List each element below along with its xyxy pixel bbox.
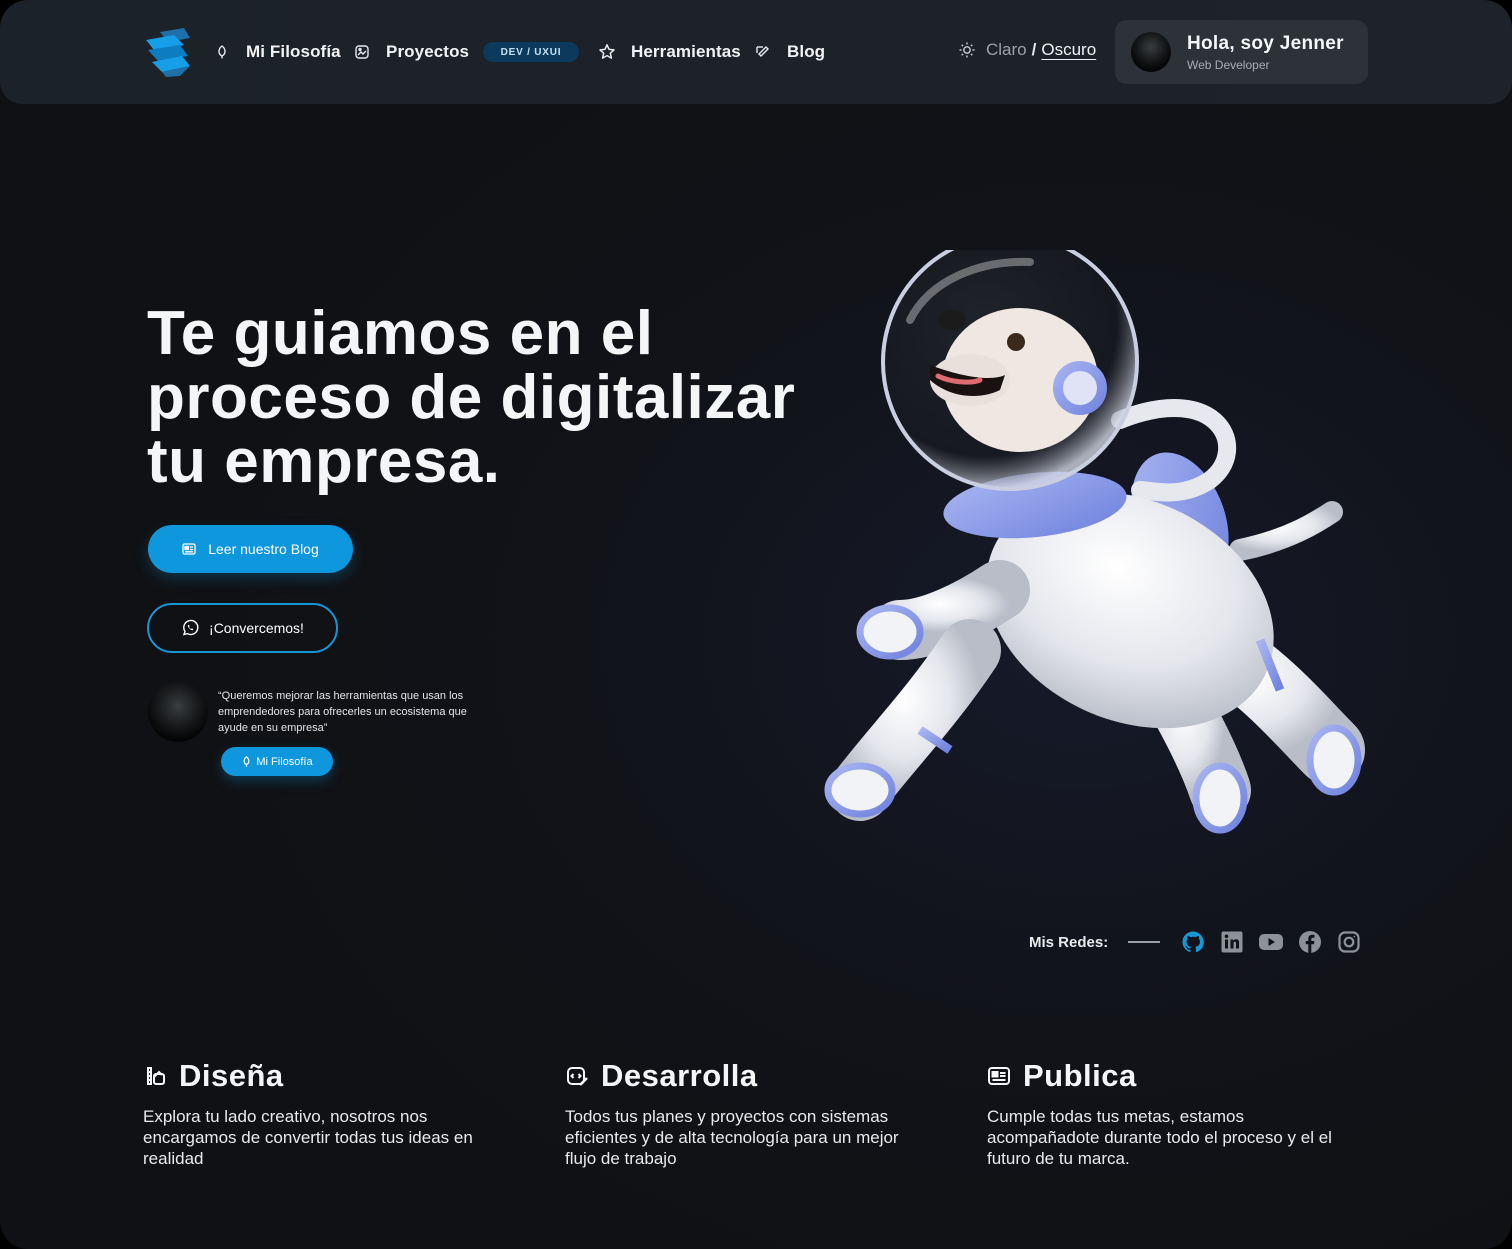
theme-separator: / bbox=[1031, 40, 1037, 59]
leaf-icon bbox=[212, 42, 232, 62]
feature-line: acompañadote durante todo el proceso y e… bbox=[987, 1128, 1332, 1147]
feature-develop: Desarrolla Todos tus planes y proyectos … bbox=[565, 1058, 945, 1169]
social-divider bbox=[1128, 941, 1161, 943]
youtube-icon[interactable] bbox=[1258, 929, 1284, 955]
philosophy-button[interactable]: Mi Filosofía bbox=[221, 747, 333, 776]
lets-talk-button[interactable]: ¡Convercemos! bbox=[147, 603, 338, 653]
nav-item-proyectos[interactable]: Proyectos bbox=[352, 38, 469, 66]
instagram-icon[interactable] bbox=[1336, 929, 1362, 955]
hero-title-line: proceso de digitalizar bbox=[147, 363, 796, 432]
newspaper-icon bbox=[182, 543, 196, 555]
linkedin-icon[interactable] bbox=[1219, 929, 1245, 955]
profile-role: Web Developer bbox=[1187, 58, 1270, 72]
nav-item-blog[interactable]: Blog bbox=[753, 38, 825, 66]
feature-description: Explora tu lado creativo, nosotros nos e… bbox=[143, 1106, 513, 1169]
edit-icon bbox=[753, 42, 773, 62]
feature-line: flujo de trabajo bbox=[565, 1149, 677, 1168]
leaf-icon bbox=[241, 756, 252, 767]
theme-light-option[interactable]: Claro bbox=[986, 40, 1027, 60]
social-label: Mis Redes: bbox=[1029, 933, 1109, 951]
feature-description: Todos tus planes y proyectos con sistema… bbox=[565, 1106, 935, 1169]
quote-line: emprendedores para ofrecerles un ecosist… bbox=[218, 706, 467, 718]
theme-dark-option[interactable]: Oscuro bbox=[1041, 40, 1096, 60]
brand-logo[interactable] bbox=[140, 26, 194, 78]
profile-name: Hola, soy Jenner bbox=[1187, 33, 1344, 54]
author-quote: “Queremos mejorar las herramientas que u… bbox=[218, 688, 488, 736]
quote-line: “Queremos mejorar las herramientas que u… bbox=[218, 690, 464, 702]
facebook-icon[interactable] bbox=[1297, 929, 1323, 955]
feature-line: futuro de tu marca. bbox=[987, 1149, 1130, 1168]
quote-line: ayude en su empresa” bbox=[218, 722, 328, 734]
astronaut-dog-illustration bbox=[820, 233, 1380, 840]
whatsapp-icon bbox=[181, 619, 199, 637]
feature-line: encargamos de convertir todas tus ideas … bbox=[143, 1128, 473, 1147]
feature-design: Diseña Explora tu lado creativo, nosotro… bbox=[143, 1058, 523, 1169]
nav-label: Herramientas bbox=[631, 42, 741, 61]
hero-title-line: tu empresa. bbox=[147, 427, 501, 496]
feature-description: Cumple todas tus metas, estamos acompaña… bbox=[987, 1106, 1357, 1169]
nav-label: Blog bbox=[787, 42, 826, 61]
author-avatar bbox=[148, 682, 208, 742]
read-blog-label: Leer nuestro Blog bbox=[208, 541, 319, 557]
feature-line: realidad bbox=[143, 1149, 204, 1168]
feature-title: Diseña bbox=[179, 1058, 284, 1093]
feature-line: Cumple todas tus metas, estamos bbox=[987, 1107, 1245, 1126]
projects-badge: DEV / UXUI bbox=[483, 42, 579, 62]
github-icon[interactable] bbox=[1180, 929, 1206, 955]
sun-icon bbox=[958, 41, 976, 59]
read-blog-button[interactable]: Leer nuestro Blog bbox=[148, 525, 353, 573]
newspaper-icon bbox=[987, 1065, 1011, 1087]
design-icon bbox=[143, 1064, 167, 1088]
nav-label: Proyectos bbox=[386, 42, 470, 61]
feature-title: Publica bbox=[1023, 1058, 1137, 1093]
feature-title: Desarrolla bbox=[601, 1058, 758, 1093]
feature-line: eficientes y de alta tecnología para un … bbox=[565, 1128, 899, 1147]
social-links: Mis Redes: bbox=[1029, 928, 1375, 956]
feature-line: Explora tu lado creativo, nosotros nos bbox=[143, 1107, 428, 1126]
profile-card[interactable]: Hola, soy Jenner Web Developer bbox=[1115, 20, 1368, 84]
nav-item-herramientas[interactable]: Herramientas bbox=[597, 38, 741, 66]
theme-toggle[interactable]: Claro / Oscuro bbox=[958, 40, 1096, 60]
feature-line: Todos tus planes y proyectos con sistema… bbox=[565, 1107, 889, 1126]
hero-title: Te guiamos en el proceso de digitalizar … bbox=[147, 302, 827, 494]
avatar bbox=[1131, 32, 1171, 72]
page: Mi Filosofía Proyectos DEV / UXUI Herram… bbox=[0, 0, 1512, 1249]
feature-publish: Publica Cumple todas tus metas, estamos … bbox=[987, 1058, 1367, 1169]
star-icon bbox=[597, 42, 617, 62]
gallery-icon bbox=[352, 42, 372, 62]
nav-item-filosofia[interactable]: Mi Filosofía bbox=[212, 38, 341, 66]
top-navbar: Mi Filosofía Proyectos DEV / UXUI Herram… bbox=[0, 0, 1512, 104]
code-icon bbox=[565, 1064, 589, 1088]
hero-title-line: Te guiamos en el bbox=[147, 299, 654, 368]
lets-talk-label: ¡Convercemos! bbox=[209, 620, 304, 636]
nav-label: Mi Filosofía bbox=[246, 42, 341, 61]
philosophy-label: Mi Filosofía bbox=[256, 755, 313, 768]
